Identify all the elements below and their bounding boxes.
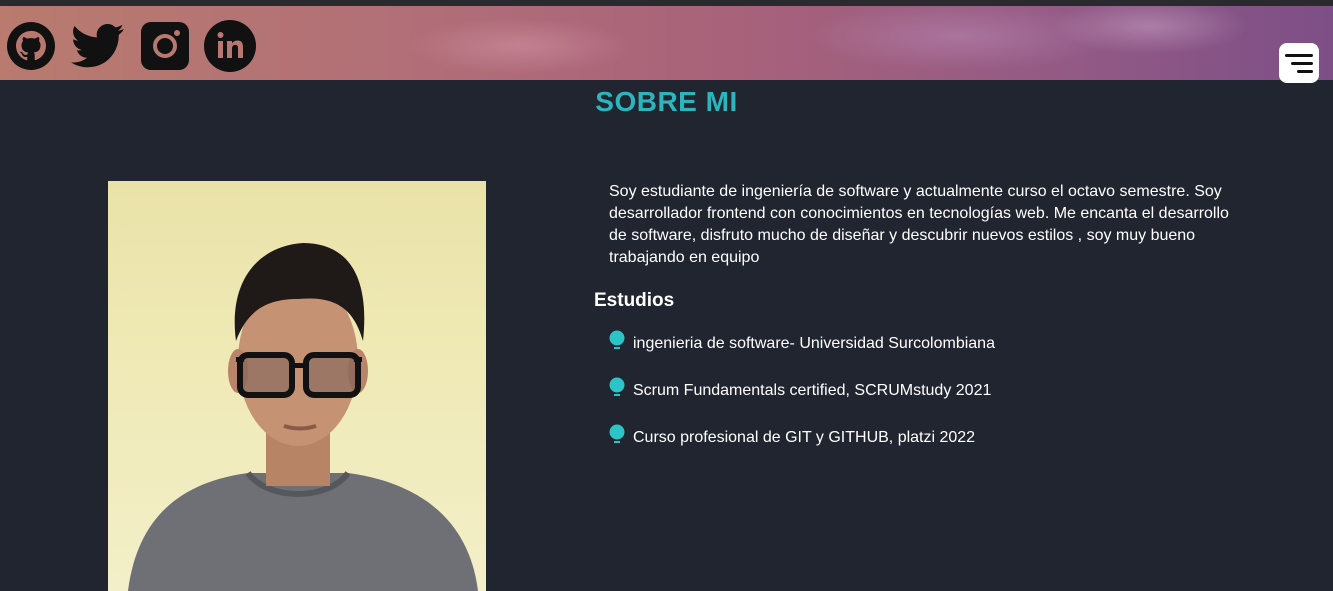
list-item: ingenieria de software- Universidad Surc…	[609, 330, 995, 377]
profile-photo	[108, 181, 486, 591]
about-intro: Soy estudiante de ingeniería de software…	[609, 183, 1229, 266]
profile-photo-image	[128, 243, 478, 591]
linkedin-icon	[204, 20, 256, 72]
lightbulb-icon	[609, 330, 625, 349]
menu-icon-line	[1297, 69, 1313, 73]
menu-button[interactable]	[1279, 43, 1319, 83]
studies-list: ingenieria de software- Universidad Surc…	[609, 330, 995, 471]
social-links	[6, 20, 256, 72]
studies-title: Estudios	[594, 290, 675, 311]
instagram-icon	[141, 22, 189, 70]
linkedin-link[interactable]	[204, 20, 256, 72]
menu-icon	[1285, 53, 1313, 57]
twitter-icon	[71, 24, 124, 68]
study-item-label: ingenieria de software- Universidad Surc…	[633, 335, 995, 352]
menu-icon-line	[1291, 61, 1313, 65]
twitter-link[interactable]	[70, 20, 126, 72]
study-item-label: Curso profesional de GIT y GITHUB, platz…	[633, 429, 976, 446]
lightbulb-icon	[609, 377, 625, 396]
github-icon	[7, 22, 55, 70]
lightbulb-icon	[609, 424, 625, 443]
list-item: Scrum Fundamentals certified, SCRUMstudy…	[609, 377, 995, 424]
github-link[interactable]	[6, 20, 56, 72]
header-banner	[0, 0, 1333, 83]
instagram-link[interactable]	[140, 20, 190, 72]
study-item-label: Scrum Fundamentals certified, SCRUMstudy…	[633, 382, 992, 399]
section-title: SOBRE MI	[595, 86, 738, 117]
list-item: Curso profesional de GIT y GITHUB, platz…	[609, 424, 995, 471]
